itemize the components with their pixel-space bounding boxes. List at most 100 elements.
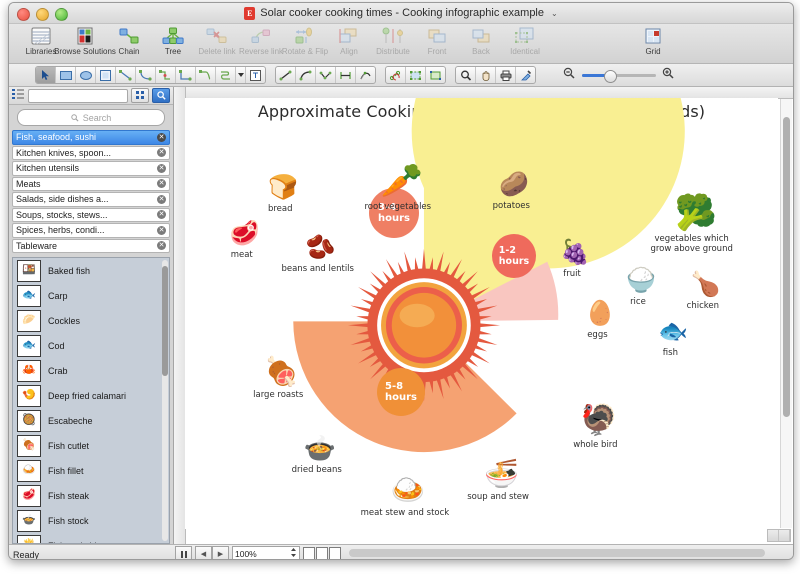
page-thumbnail[interactable] <box>316 546 328 559</box>
toolbar-button-delete-link[interactable]: Delete link <box>195 26 239 56</box>
rotate-shape-icon[interactable] <box>386 67 406 83</box>
scrollbar-thumb[interactable] <box>783 117 790 417</box>
library-item[interactable]: 🍱 Baked fish <box>13 258 169 283</box>
library-category-row[interactable]: Soups, stocks, stews... ✕ <box>12 207 170 222</box>
ellipse-tool-icon[interactable] <box>76 67 96 83</box>
hand-tool-icon[interactable] <box>476 67 496 83</box>
grid-view-icon[interactable] <box>131 88 149 103</box>
slice-label-5-8-hours: 5-8 hours <box>377 368 425 416</box>
library-category-label: Kitchen knives, spoon... <box>16 147 112 158</box>
toolbar-button-align[interactable]: Align <box>327 26 371 56</box>
scrollbar-thumb[interactable] <box>162 266 168 376</box>
page-thumbnail[interactable] <box>329 546 341 559</box>
library-item[interactable]: 🍲 Fish stock <box>13 508 169 533</box>
library-item[interactable]: 🥟 Cockles <box>13 308 169 333</box>
close-icon[interactable]: ✕ <box>157 163 166 173</box>
document-page[interactable]: Approximate Cooking Times for 2 kilogram… <box>185 98 778 529</box>
canvas-corner-controls[interactable] <box>767 529 791 542</box>
canvas-vertical-scrollbar[interactable] <box>780 99 792 528</box>
library-category-row[interactable]: Kitchen knives, spoon... ✕ <box>12 145 170 160</box>
library-item[interactable]: 🍟Fish and chips <box>13 533 169 543</box>
zoom-level-field[interactable]: 100% <box>232 545 300 559</box>
canvas-horizontal-scrollbar[interactable] <box>349 549 765 557</box>
reshape-icon[interactable] <box>426 67 445 83</box>
next-page-button[interactable]: ▶ <box>212 546 229 559</box>
straight-line-icon[interactable] <box>276 67 296 83</box>
toolbar-button-browse-solutions[interactable]: Browse Solutions <box>54 26 116 56</box>
curve-line-icon[interactable] <box>296 67 316 83</box>
dimension-icon[interactable] <box>336 67 356 83</box>
toolbar-button-front[interactable]: Front <box>415 26 459 56</box>
toolbar-button-identical[interactable]: Identical <box>503 26 547 56</box>
browse-solutions-icon <box>75 26 95 46</box>
round-connector-icon[interactable] <box>216 67 236 83</box>
library-list-icon[interactable] <box>12 87 25 105</box>
pointer-tool-icon[interactable] <box>36 67 56 83</box>
library-items-scrollbar[interactable] <box>162 260 168 541</box>
bezier-icon[interactable] <box>356 67 375 83</box>
close-icon[interactable]: ✕ <box>157 148 166 158</box>
line-connector-icon[interactable] <box>116 67 136 83</box>
close-icon[interactable]: ✕ <box>157 194 166 204</box>
grid-icon <box>643 26 663 46</box>
zoom-out-icon[interactable] <box>563 66 576 84</box>
toolbar-button-tree[interactable]: Tree <box>151 26 195 56</box>
toolbar-label: Chain <box>118 47 140 56</box>
library-category-row[interactable]: Kitchen utensils ✕ <box>12 161 170 176</box>
library-item[interactable]: 🍤 Deep fried calamari <box>13 383 169 408</box>
zoom-slider[interactable] <box>582 69 656 83</box>
pause-icon[interactable] <box>175 546 192 559</box>
prev-page-button[interactable]: ◀ <box>195 546 212 559</box>
polyline-icon[interactable] <box>316 67 336 83</box>
arc-connector-icon[interactable] <box>196 67 216 83</box>
elbow-connector-icon[interactable] <box>176 67 196 83</box>
toolbar-button-distribute[interactable]: Distribute <box>371 26 415 56</box>
library-item[interactable]: 🦀 Crab <box>13 358 169 383</box>
eyedropper-icon[interactable] <box>516 67 535 83</box>
crop-shape-icon[interactable] <box>406 67 426 83</box>
close-icon[interactable]: ✕ <box>157 132 166 142</box>
search-input[interactable]: Search <box>17 109 165 126</box>
toolbar-button-rotate-flip[interactable]: Rotate & Flip <box>282 26 328 56</box>
zoom-slider-handle[interactable] <box>604 69 617 83</box>
library-item[interactable]: 🥘 Escabeche <box>13 408 169 433</box>
scrollbar-thumb[interactable] <box>349 549 765 557</box>
library-category-row[interactable]: Tableware ✕ <box>12 238 170 253</box>
library-item[interactable]: 🐟 Cod <box>13 333 169 358</box>
library-item[interactable]: 🍛 Fish fillet <box>13 458 169 483</box>
connector-dropdown-icon[interactable] <box>236 67 246 83</box>
library-item[interactable]: 🍖 Fish cutlet <box>13 433 169 458</box>
print-preview-icon[interactable] <box>496 67 516 83</box>
curve-connector-icon[interactable] <box>136 67 156 83</box>
library-items-pane[interactable]: 🍱 Baked fish 🐟 Carp 🥟 Cockles 🐟 Cod 🦀 Crab 🍤 Deep f… <box>12 257 170 544</box>
library-item[interactable]: 🥩 Fish steak <box>13 483 169 508</box>
cooking-times-infographic: 3-4 hours 1-2 hours 5-8 hours 🍞 bread 🥕 root v… <box>185 98 778 529</box>
close-icon[interactable]: ✕ <box>157 210 166 220</box>
close-icon[interactable]: ✕ <box>157 179 166 189</box>
library-item[interactable]: 🐟 Carp <box>13 283 169 308</box>
canvas-area[interactable]: Approximate Cooking Times for 2 kilogram… <box>174 87 793 544</box>
library-path-field[interactable] <box>28 88 128 103</box>
toolbar-button-reverse-link[interactable]: Reverse link <box>239 26 283 56</box>
rectangle-tool-icon[interactable] <box>56 67 76 83</box>
zoom-tool-icon[interactable] <box>456 67 476 83</box>
smart-connector-icon[interactable] <box>156 67 176 83</box>
text-tool-icon[interactable] <box>246 67 265 83</box>
close-icon[interactable]: ✕ <box>157 225 166 235</box>
stepper-icon[interactable] <box>290 545 297 559</box>
close-icon[interactable]: ✕ <box>157 241 166 251</box>
library-category-row[interactable]: Meats ✕ <box>12 176 170 191</box>
toolbar-button-grid[interactable]: Grid <box>631 26 675 56</box>
chevron-down-icon[interactable]: ⌄ <box>551 9 558 18</box>
library-category-row[interactable]: Fish, seafood, sushi ✕ <box>12 130 170 145</box>
library-category-row[interactable]: Spices, herbs, condi... ✕ <box>12 223 170 238</box>
zoom-in-icon[interactable] <box>662 66 675 84</box>
toolbar-button-chain[interactable]: Chain <box>107 26 151 56</box>
toolbar-button-back[interactable]: Back <box>459 26 503 56</box>
page-thumbnail[interactable] <box>303 546 315 559</box>
food-illustration: 🥕 <box>380 161 424 200</box>
toolbar-label: Front <box>427 47 447 56</box>
frame-tool-icon[interactable] <box>96 67 116 83</box>
library-category-row[interactable]: Salads, side dishes a... ✕ <box>12 192 170 207</box>
search-toggle-icon[interactable] <box>152 88 170 103</box>
